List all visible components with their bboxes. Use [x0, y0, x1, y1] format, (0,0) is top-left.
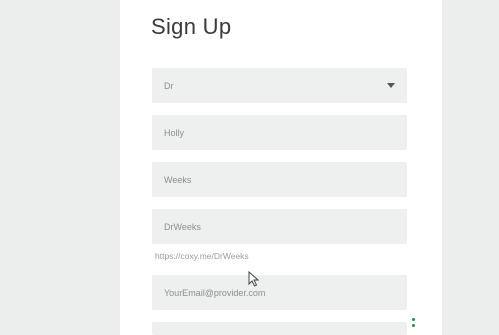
kebab-menu-icon[interactable]	[412, 318, 416, 330]
username-field[interactable]: DrWeeks	[152, 209, 407, 244]
title-select[interactable]: Dr	[152, 68, 407, 103]
first-name-field[interactable]: Holly	[152, 115, 407, 150]
profile-url-hint: https://coxy.me/DrWeeks	[155, 251, 249, 261]
chevron-down-icon[interactable]	[387, 83, 395, 88]
last-name-field[interactable]: Weeks	[152, 162, 407, 197]
username-value: DrWeeks	[164, 221, 201, 232]
title-select-value: Dr	[164, 80, 174, 91]
first-name-value: Holly	[164, 127, 185, 138]
email-field[interactable]: YourEmail@provider.com	[152, 275, 407, 310]
last-name-value: Weeks	[164, 174, 192, 185]
next-field[interactable]	[152, 322, 407, 335]
signup-card: Sign Up Dr Holly Weeks DrWeeks https://c…	[120, 0, 442, 335]
mouse-pointer-icon	[248, 270, 260, 292]
page-title: Sign Up	[151, 14, 232, 39]
page: Sign Up Dr Holly Weeks DrWeeks https://c…	[0, 0, 499, 335]
